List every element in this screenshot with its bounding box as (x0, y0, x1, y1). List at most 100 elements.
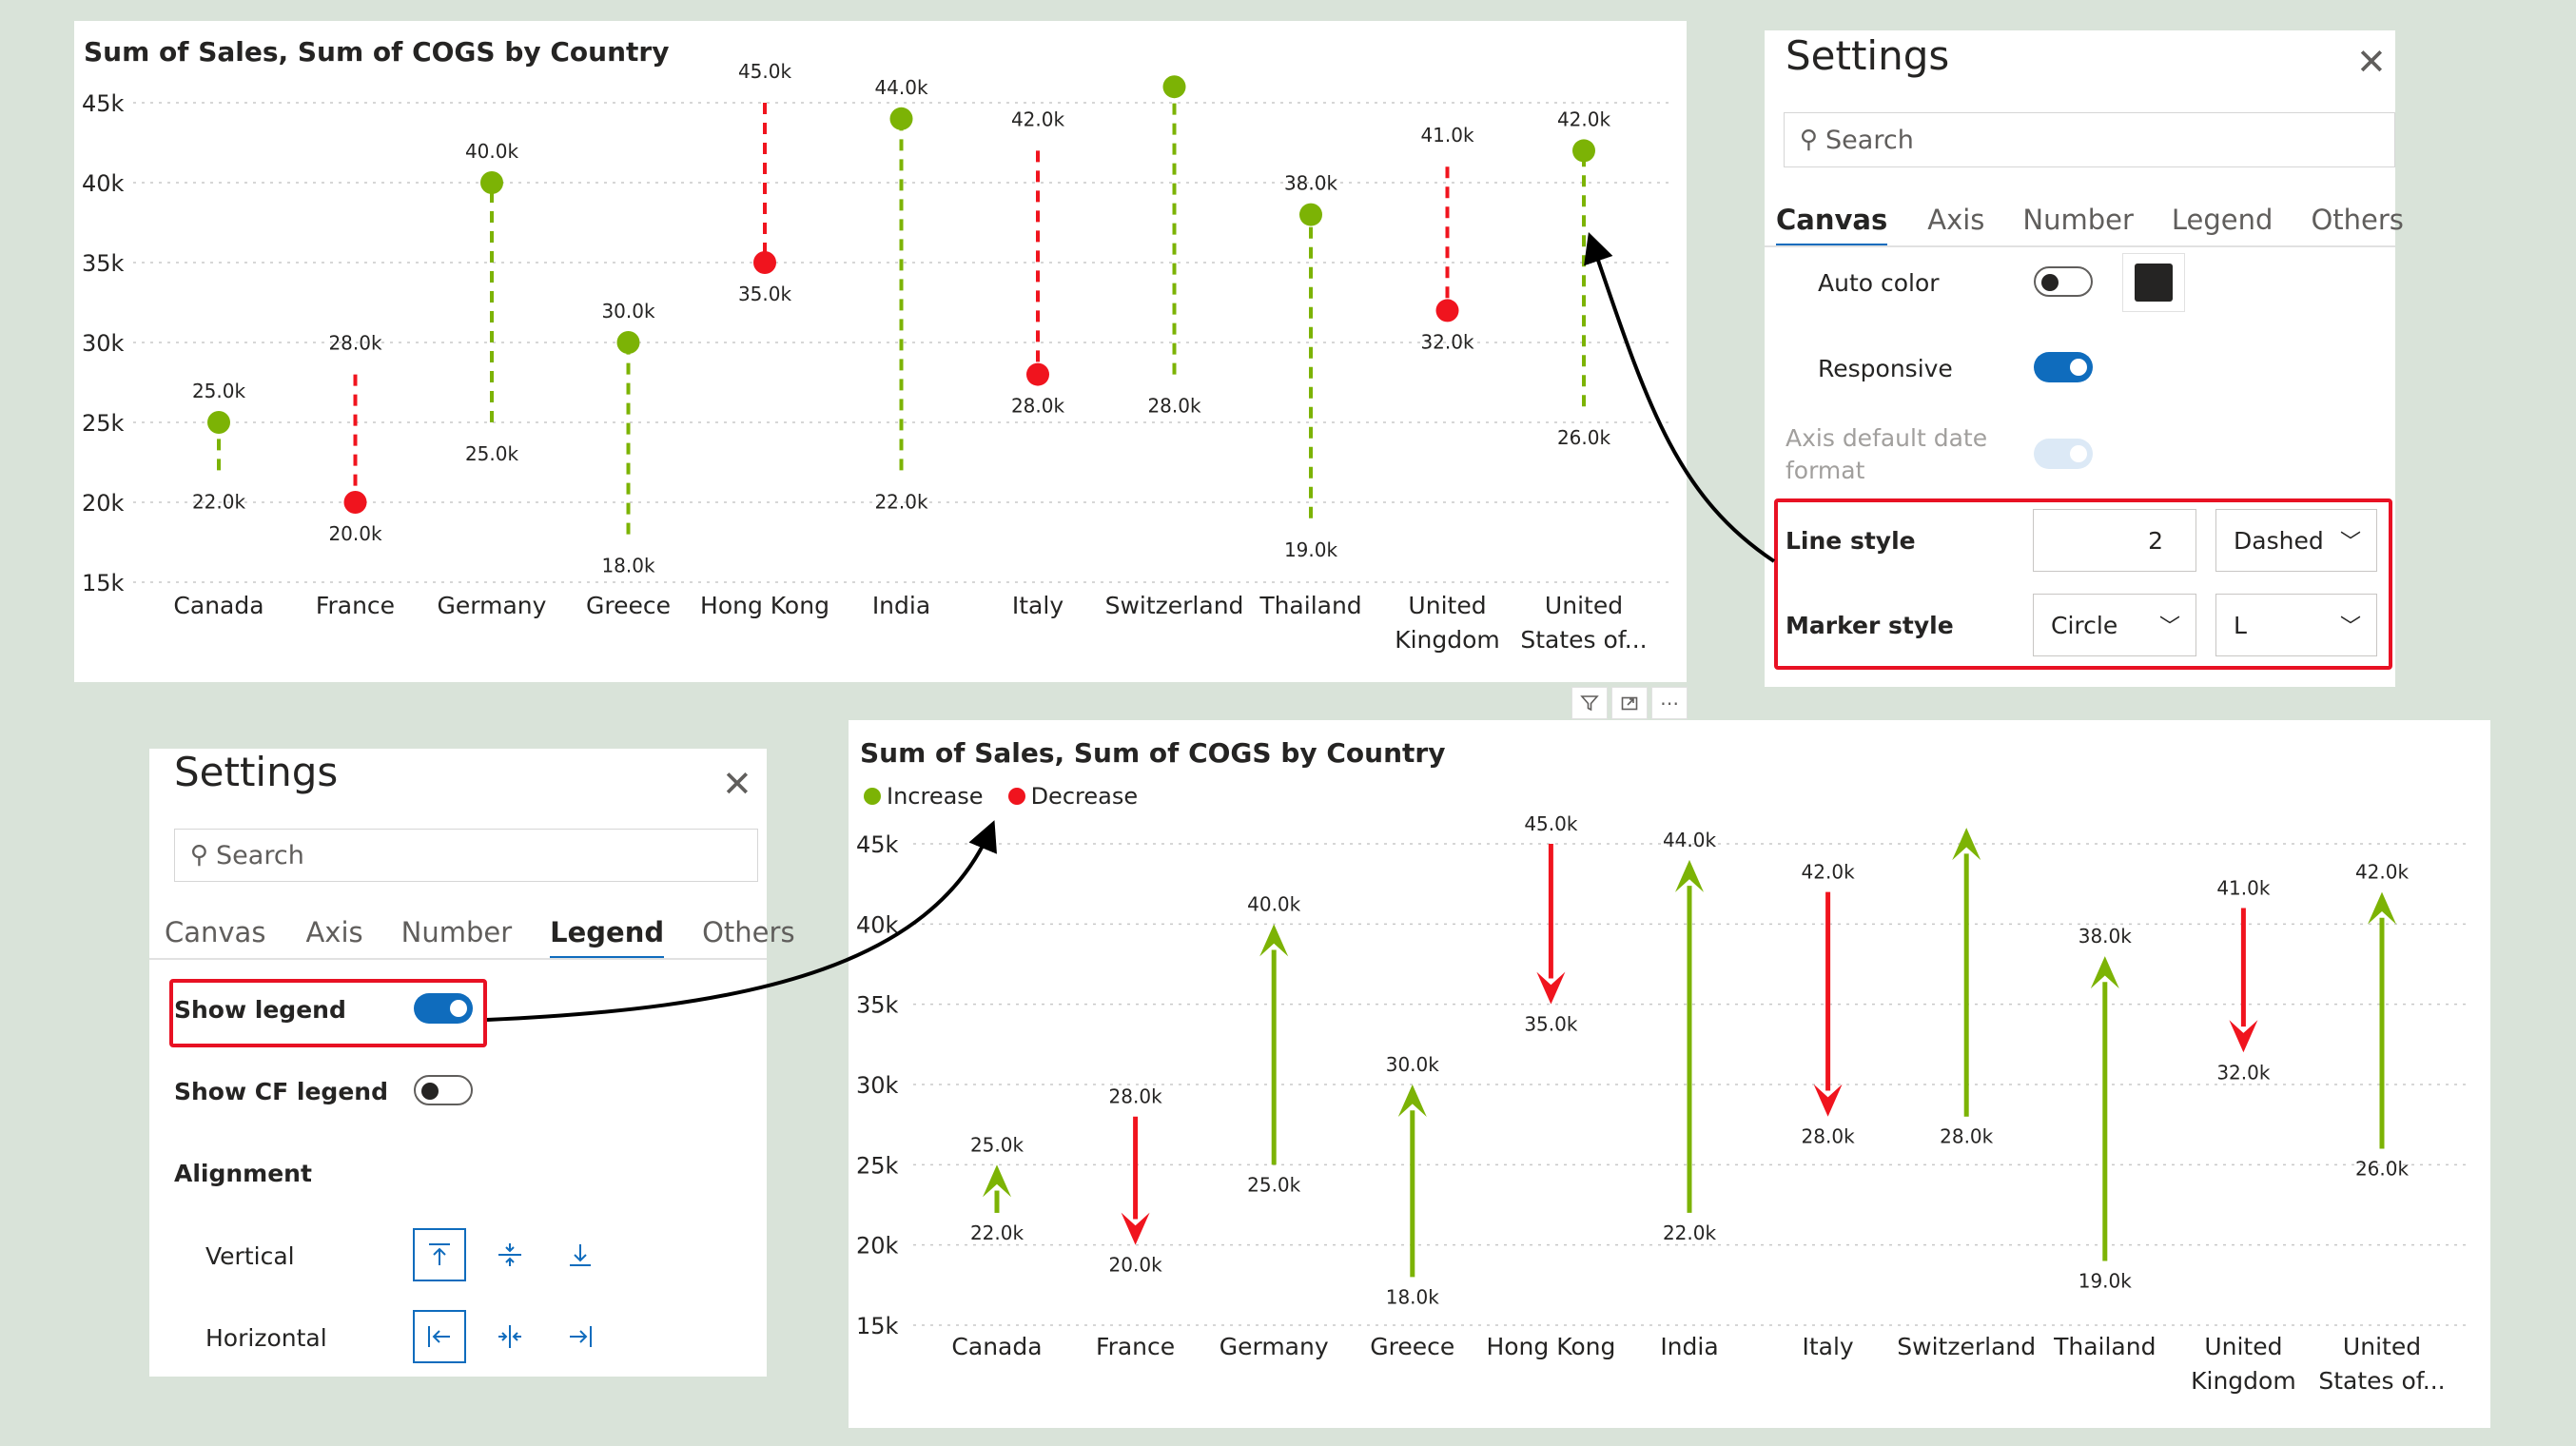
x-tick-label: United (1545, 592, 1623, 619)
x-tick-label: Switzerland (1105, 592, 1244, 619)
tab-legend[interactable]: Legend (550, 916, 664, 960)
tab-divider (149, 958, 767, 960)
y-tick-label: 40k (82, 170, 125, 197)
x-tick-label: India (1660, 1333, 1718, 1360)
x-tick-label: Thailand (1259, 592, 1361, 619)
tab-others[interactable]: Others (702, 916, 794, 948)
data-label-cogs: 41.0k (2216, 876, 2271, 899)
axis-default-date-label: Axis default date format (1786, 424, 1988, 484)
tab-number[interactable]: Number (2022, 204, 2134, 236)
y-tick-label: 45k (82, 90, 125, 117)
data-label-sales: 28.0k (1011, 395, 1065, 418)
data-label-sales: 42.0k (2355, 861, 2410, 884)
tab-number[interactable]: Number (401, 916, 513, 948)
data-label-sales: 35.0k (1524, 1013, 1578, 1036)
x-tick-label: United (1408, 592, 1486, 619)
tab-canvas[interactable]: Canvas (1776, 204, 1888, 247)
x-tick-label: India (872, 592, 930, 619)
align-center-icon[interactable] (483, 1310, 537, 1363)
data-label-sales: 42.0k (1557, 107, 1611, 130)
data-label-cogs: 28.0k (1147, 395, 1201, 418)
y-tick-label: 15k (856, 1313, 899, 1339)
x-tick-label: Canada (173, 592, 263, 619)
x-tick-label: Hong Kong (700, 592, 829, 619)
x-tick-label: Germany (438, 592, 547, 619)
sales-marker (343, 491, 367, 514)
show-cf-legend-toggle[interactable] (414, 1075, 473, 1105)
highlight-line-marker (1774, 498, 2392, 670)
search-icon: ⚲ (190, 841, 209, 870)
data-label-sales: 38.0k (2078, 925, 2133, 948)
data-label-sales: 32.0k (1420, 330, 1474, 353)
settings-panel-legend: Settings ✕ ⚲ Search Canvas Axis Number L… (149, 749, 795, 1377)
data-label-sales: 20.0k (1109, 1254, 1163, 1277)
data-label-cogs: 26.0k (1557, 426, 1611, 449)
x-tick-label: Canada (951, 1333, 1042, 1360)
auto-color-toggle[interactable] (2034, 266, 2093, 297)
color-picker[interactable] (2122, 253, 2185, 312)
responsive-label: Responsive (1818, 355, 1953, 382)
tab-others[interactable]: Others (2311, 204, 2403, 236)
tab-canvas[interactable]: Canvas (165, 916, 265, 948)
x-tick-label: Switzerland (1897, 1333, 2036, 1360)
top-chart-card[interactable]: Sum of Sales, Sum of COGS by Country 45k… (74, 21, 1687, 682)
tab-legend[interactable]: Legend (2172, 204, 2274, 236)
x-tick-label: Kingdom (2191, 1367, 2296, 1395)
search-input[interactable]: ⚲ Search (1784, 112, 2395, 167)
filter-icon[interactable] (1571, 687, 1608, 719)
search-placeholder: Search (1825, 125, 1914, 155)
align-top-icon[interactable] (413, 1228, 466, 1281)
tab-axis[interactable]: Axis (1927, 204, 1984, 236)
align-left-icon[interactable] (413, 1310, 466, 1363)
sales-marker (207, 411, 230, 434)
bottom-chart-card[interactable]: Sum of Sales, Sum of COGS by Country Inc… (849, 720, 2490, 1428)
sales-marker (753, 251, 776, 274)
horizontal-label: Horizontal (205, 1324, 327, 1352)
data-label-cogs: 45.0k (1524, 812, 1578, 835)
sales-marker (1572, 139, 1595, 163)
align-right-icon[interactable] (554, 1310, 607, 1363)
sales-marker (616, 331, 640, 354)
show-cf-legend-label: Show CF legend (174, 1078, 388, 1105)
settings-tabs: Canvas Axis Number Legend Others (1776, 204, 2404, 247)
x-tick-label: Kingdom (1395, 626, 1500, 654)
alignment-label: Alignment (174, 1160, 312, 1187)
close-icon[interactable]: ✕ (722, 766, 752, 802)
x-tick-label: France (1096, 1333, 1175, 1360)
y-tick-label: 40k (856, 911, 899, 938)
data-label-cogs: 26.0k (2355, 1157, 2410, 1180)
axis-date-toggle (2034, 439, 2093, 469)
close-icon[interactable]: ✕ (2356, 44, 2387, 80)
y-tick-label: 25k (82, 410, 125, 437)
sales-marker (1299, 203, 1322, 226)
x-tick-label: States of... (2318, 1367, 2445, 1395)
x-tick-label: States of... (1520, 626, 1647, 654)
y-tick-label: 25k (856, 1152, 899, 1179)
tab-axis[interactable]: Axis (305, 916, 362, 948)
data-label-cogs: 18.0k (601, 555, 655, 577)
responsive-toggle[interactable] (2034, 352, 2093, 382)
x-tick-label: Hong Kong (1486, 1333, 1615, 1360)
x-tick-label: Italy (1802, 1333, 1853, 1360)
vertical-label: Vertical (205, 1242, 295, 1270)
more-options-icon[interactable]: ⋯ (1651, 687, 1688, 719)
align-middle-icon[interactable] (483, 1228, 537, 1281)
data-label-cogs: 41.0k (1420, 124, 1474, 147)
data-label-cogs: 45.0k (738, 60, 792, 83)
top-chart-plot: 45k 40k 35k 30k 25k 20k 15k 25.0k 22.0k Canada 20.… (82, 60, 1672, 654)
data-label-sales: 44.0k (1663, 829, 1717, 851)
data-label-cogs: 19.0k (2078, 1270, 2133, 1293)
data-label-sales: 25.0k (192, 380, 246, 402)
y-tick-label: 35k (82, 250, 125, 277)
data-label-cogs: 28.0k (1109, 1085, 1163, 1108)
data-label-cogs: 22.0k (1663, 1221, 1717, 1244)
sales-marker (889, 107, 913, 130)
y-tick-label: 45k (856, 831, 899, 858)
search-input[interactable]: ⚲ Search (174, 829, 758, 882)
align-bottom-icon[interactable] (554, 1228, 607, 1281)
x-tick-label: Germany (1220, 1333, 1329, 1360)
y-tick-label: 30k (82, 330, 125, 357)
sales-marker (1026, 362, 1049, 386)
focus-mode-icon[interactable] (1611, 687, 1648, 719)
settings-panel-canvas: Settings ✕ ⚲ Search Canvas Axis Number L… (1765, 30, 2404, 687)
